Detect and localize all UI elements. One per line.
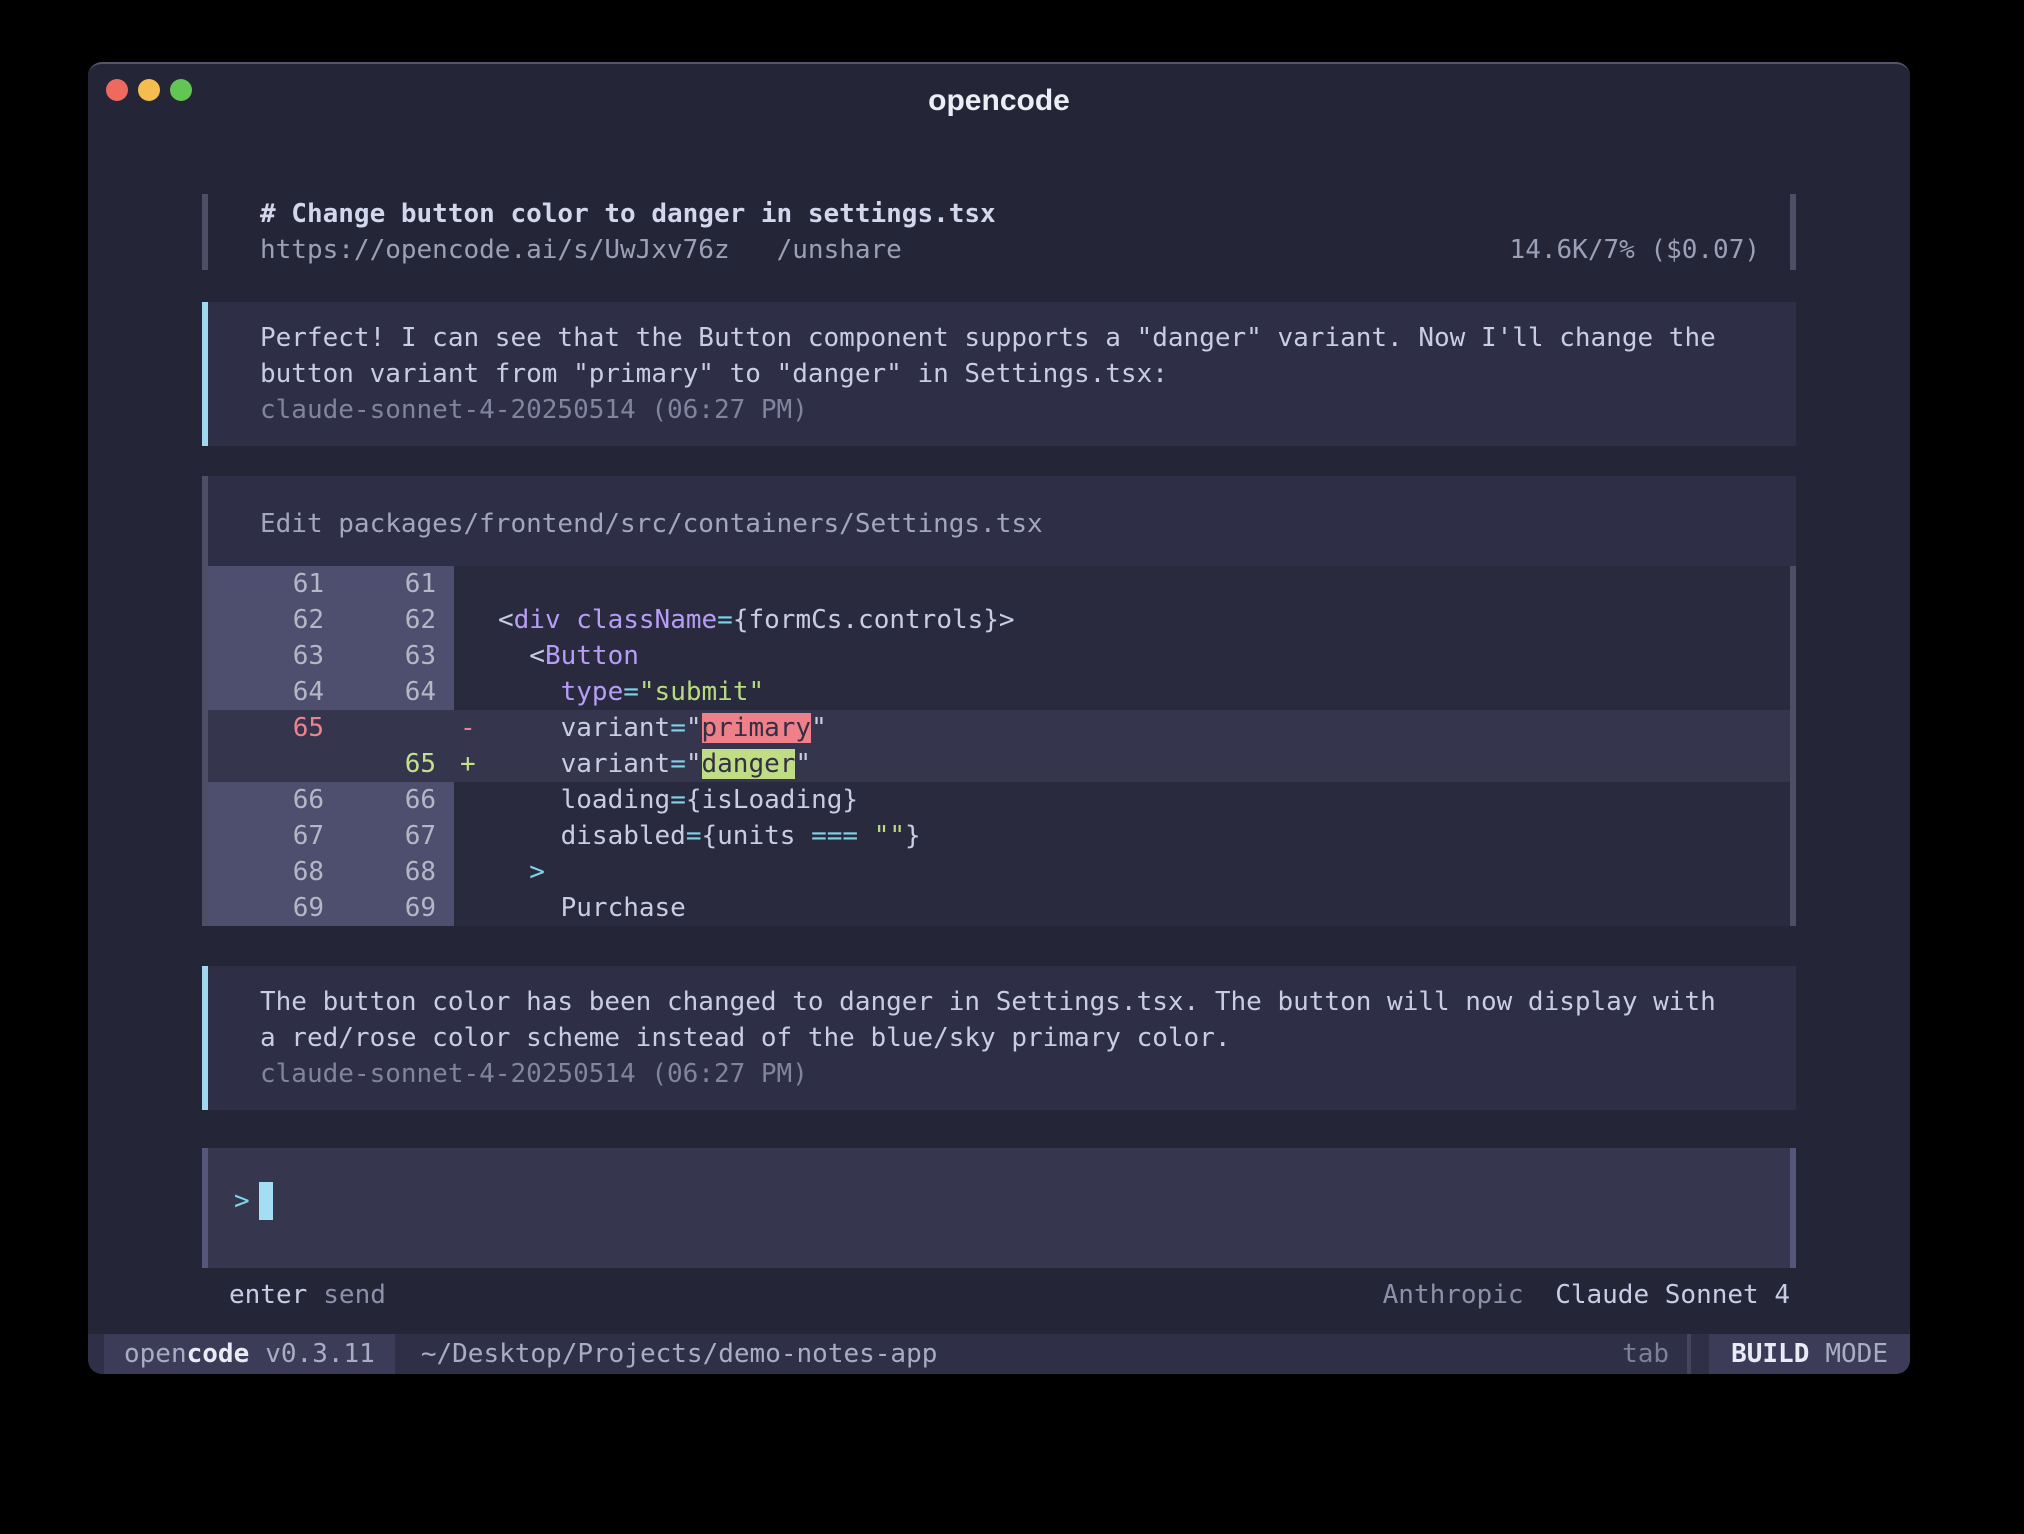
new-line-number: 62 (338, 602, 454, 638)
message-meta: claude-sonnet-4-20250514 (06:27 PM) (260, 1056, 1766, 1092)
message-line: The button color has been changed to dan… (260, 984, 1766, 1020)
diff-marker (454, 638, 498, 674)
old-line-number (208, 746, 338, 782)
old-line-number: 67 (208, 818, 338, 854)
diff-marker (454, 818, 498, 854)
session-header: # Change button color to danger in setti… (202, 194, 1796, 270)
header-right-border (1790, 194, 1796, 270)
prompt-symbol: > (234, 1182, 250, 1220)
diff-marker (454, 890, 498, 926)
diff-row: 6464 type="submit" (208, 674, 1790, 710)
diff-row: 6969 Purchase (208, 890, 1790, 926)
app-version-segment: opencode v0.3.11 (104, 1334, 395, 1374)
diff-code-line: > (498, 854, 1790, 890)
app-name-code: code (187, 1339, 250, 1369)
diff-code-line: loading={isLoading} (498, 782, 1790, 818)
working-directory: ~/Desktop/Projects/demo-notes-app (395, 1334, 938, 1374)
tab-key-hint: tab (1622, 1334, 1669, 1374)
old-line-number: 65 (208, 710, 338, 746)
input-right-border (1790, 1148, 1796, 1268)
prompt-input-block: > (202, 1148, 1796, 1268)
diff-row: 6868 > (208, 854, 1790, 890)
diff-marker (454, 782, 498, 818)
mode-name: BUILD (1731, 1339, 1809, 1369)
assistant-message: The button color has been changed to dan… (202, 966, 1796, 1110)
old-line-number: 68 (208, 854, 338, 890)
diff-code-line: type="submit" (498, 674, 1790, 710)
message-line: Perfect! I can see that the Button compo… (260, 320, 1766, 356)
mode-toggle[interactable]: BUILD MODE (1709, 1334, 1910, 1374)
model-label: Claude Sonnet 4 (1555, 1280, 1790, 1310)
text-cursor (259, 1182, 273, 1220)
new-line-number: 68 (338, 854, 454, 890)
session-title: # Change button color to danger in setti… (260, 196, 1760, 232)
diff-code-line (498, 566, 1790, 602)
message-line: a red/rose color scheme instead of the b… (260, 1020, 1766, 1056)
assistant-message: Perfect! I can see that the Button compo… (202, 302, 1796, 446)
new-line-number: 65 (338, 746, 454, 782)
diff-marker (454, 602, 498, 638)
session-content: # Change button color to danger in setti… (88, 194, 1910, 1310)
old-line-number: 64 (208, 674, 338, 710)
footer-hints: enter send Anthropic Claude Sonnet 4 (202, 1280, 1796, 1310)
new-line-number: 64 (338, 674, 454, 710)
diff-view: 61616262 <div className={formCs.controls}… (208, 566, 1796, 926)
new-line-number: 67 (338, 818, 454, 854)
opencode-window: opencode # Change button color to danger… (88, 62, 1910, 1374)
diff-marker (454, 674, 498, 710)
diff-row: 6666 loading={isLoading} (208, 782, 1790, 818)
screen: opencode # Change button color to danger… (0, 0, 2024, 1534)
diff-code-line: <Button (498, 638, 1790, 674)
old-line-number: 63 (208, 638, 338, 674)
message-line: button variant from "primary" to "danger… (260, 356, 1766, 392)
send-action-hint: send (323, 1280, 386, 1310)
old-line-number: 62 (208, 602, 338, 638)
diff-code-line: disabled={units === ""} (498, 818, 1790, 854)
diff-code-line: Purchase (498, 890, 1790, 926)
diff-code-line: <div className={formCs.controls}> (498, 602, 1790, 638)
message-meta: claude-sonnet-4-20250514 (06:27 PM) (260, 392, 1766, 428)
diff-row: 6262 <div className={formCs.controls}> (208, 602, 1790, 638)
diff-row: 65 - variant="primary" (208, 710, 1790, 746)
unshare-command[interactable]: /unshare (777, 232, 902, 268)
diff-code-line: variant="danger" (498, 746, 1790, 782)
window-title: opencode (88, 84, 1910, 118)
edit-file-header: Edit packages/frontend/src/containers/Se… (208, 476, 1796, 566)
old-line-number: 69 (208, 890, 338, 926)
token-cost-stats: 14.6K/7% ($0.07) (1510, 232, 1760, 268)
provider-label: Anthropic (1383, 1280, 1524, 1310)
diff-row: 65+ variant="danger" (208, 746, 1790, 782)
diff-marker (454, 854, 498, 890)
diff-row: 6767 disabled={units === ""} (208, 818, 1790, 854)
diff-code-line: variant="primary" (498, 710, 1790, 746)
diff-marker: - (454, 710, 498, 746)
diff-marker: + (454, 746, 498, 782)
app-name-open: open (124, 1339, 187, 1369)
share-url-link[interactable]: https://opencode.ai/s/UwJxv76z (260, 232, 730, 268)
enter-key-hint: enter (229, 1280, 307, 1310)
diff-marker (454, 566, 498, 602)
app-version: v0.3.11 (265, 1339, 375, 1369)
new-line-number: 69 (338, 890, 454, 926)
status-divider (1687, 1334, 1691, 1374)
diff-row: 6363 <Button (208, 638, 1790, 674)
new-line-number: 61 (338, 566, 454, 602)
new-line-number (338, 710, 454, 746)
mode-suffix: MODE (1825, 1339, 1888, 1369)
old-line-number: 66 (208, 782, 338, 818)
prompt-input[interactable]: > (208, 1148, 1790, 1268)
edit-tool-card: Edit packages/frontend/src/containers/Se… (202, 476, 1796, 926)
status-bar: opencode v0.3.11 ~/Desktop/Projects/demo… (88, 1334, 1910, 1374)
diff-row: 6161 (208, 566, 1790, 602)
new-line-number: 66 (338, 782, 454, 818)
new-line-number: 63 (338, 638, 454, 674)
window-titlebar: opencode (88, 64, 1910, 142)
old-line-number: 61 (208, 566, 338, 602)
